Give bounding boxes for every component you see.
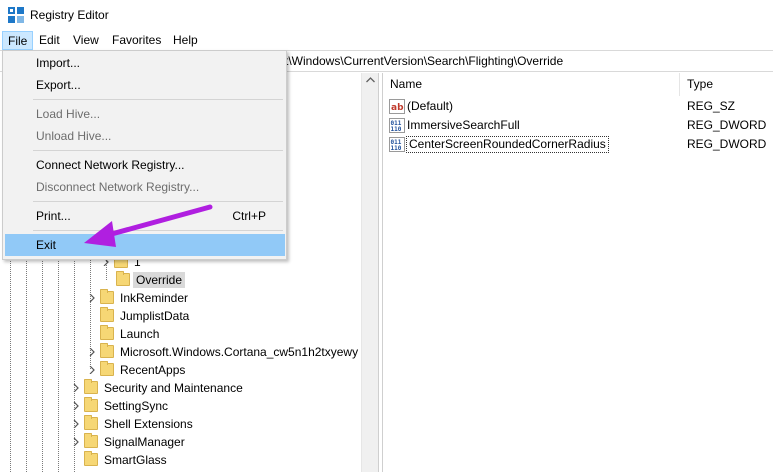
folder-open-icon [116,271,130,286]
chevron-right-icon [89,366,95,374]
binary-value-icon: 011 110 [389,137,405,152]
value-name: ImmersiveSearchFull [407,118,520,132]
registry-icon [8,7,24,23]
title-bar: Registry Editor [0,0,773,30]
tree-item-security-and-maintenance[interactable]: Security and Maintenance [70,379,330,397]
tree-item-label: SettingSync [104,399,169,413]
tree-item-settingsync[interactable]: SettingSync [70,397,330,415]
value-type: REG_SZ [687,99,736,113]
folder-icon [84,415,98,430]
tree-item-label: InkReminder [120,291,189,305]
folder-icon [84,397,98,412]
chevron-right-icon [89,294,95,302]
column-header-type[interactable]: Type [680,73,773,96]
tree-item-label: RecentApps [120,363,186,377]
value-type: REG_DWORD [687,137,767,151]
tree-item-label: SignalManager [104,435,185,449]
chevron-right-icon [73,420,79,428]
tree-item-label: JumplistData [120,309,190,323]
tree-item-cortana[interactable]: Microsoft.Windows.Cortana_cw5n1h2txyewy [86,343,361,361]
tree-item-smartglass[interactable]: SmartGlass [70,451,330,469]
tree-item-jumplistdata[interactable]: JumplistData [86,307,346,325]
menu-item-connect-network-registry[interactable]: Connect Network Registry... [5,154,285,176]
values-list[interactable]: Name Type ab (Default) REG_SZ 011 110 Im… [383,73,773,472]
tree-item-override[interactable]: Override [116,271,216,289]
address-path[interactable]: t\Windows\CurrentVersion\Search\Flightin… [285,54,563,68]
annotation-arrow-icon [84,204,213,247]
value-name: (Default) [407,99,454,113]
folder-icon [84,379,98,394]
value-row-immersivesearchfull[interactable]: 011 110 ImmersiveSearchFull REG_DWORD [389,116,773,135]
tree-item-label: Microsoft.Windows.Cortana_cw5n1h2txyewy [120,345,359,359]
tree-item-label: Launch [120,327,160,341]
folder-icon [100,325,114,340]
value-type: REG_DWORD [687,118,767,132]
menu-bar: File Edit View Favorites Help [0,30,773,50]
menu-help[interactable]: Help [168,31,203,50]
menu-item-shortcut: Ctrl+P [232,209,266,223]
svg-text:110: 110 [391,126,402,133]
menu-item-load-hive: Load Hive... [36,107,101,121]
menu-item-export[interactable]: Export... [5,74,285,96]
chevron-right-icon [73,402,79,410]
tree-item-label: Shell Extensions [104,417,193,431]
menu-file[interactable]: File [2,31,34,50]
chevron-right-icon [73,438,79,446]
string-value-icon: ab [389,99,405,114]
menu-favorites[interactable]: Favorites [107,31,166,50]
svg-text:ab: ab [391,103,404,113]
chevron-right-icon [89,348,95,356]
tree-item-shell-extensions[interactable]: Shell Extensions [70,415,330,433]
value-row-centerscreenroundedcornerradius[interactable]: 011 110 CenterScreenRoundedCornerRadius … [389,135,773,154]
window-title: Registry Editor [30,8,109,22]
tree-item-inkreminder[interactable]: InkReminder [86,289,346,307]
menu-view[interactable]: View [68,31,104,50]
tree-scrollbar[interactable] [361,73,378,472]
menu-separator [33,99,283,100]
folder-icon [84,451,98,466]
column-header-name[interactable]: Name [383,73,680,96]
chevron-right-icon [73,384,79,392]
scroll-up-icon[interactable] [366,76,375,84]
menu-edit[interactable]: Edit [34,31,65,50]
tree-item-label: Security and Maintenance [104,381,243,395]
folder-icon [100,307,114,322]
binary-value-icon: 011 110 [389,118,405,133]
tree-item-launch[interactable]: Launch [86,325,346,343]
tree-item-label: SmartGlass [104,453,167,467]
folder-icon [84,433,98,448]
menu-item-unload-hive: Unload Hive... [36,129,112,143]
tree-item-signalmanager[interactable]: SignalManager [70,433,330,451]
menu-item-import[interactable]: Import... [5,52,285,74]
menu-separator [33,150,283,151]
value-name: CenterScreenRoundedCornerRadius [406,136,609,153]
folder-icon [100,343,114,358]
tree-item-recentapps[interactable]: RecentApps [86,361,346,379]
folder-icon [100,289,114,304]
tree-item-label: Override [133,272,186,288]
svg-text:110: 110 [391,145,402,152]
value-row-default[interactable]: ab (Default) REG_SZ [389,97,773,116]
folder-icon [100,361,114,376]
